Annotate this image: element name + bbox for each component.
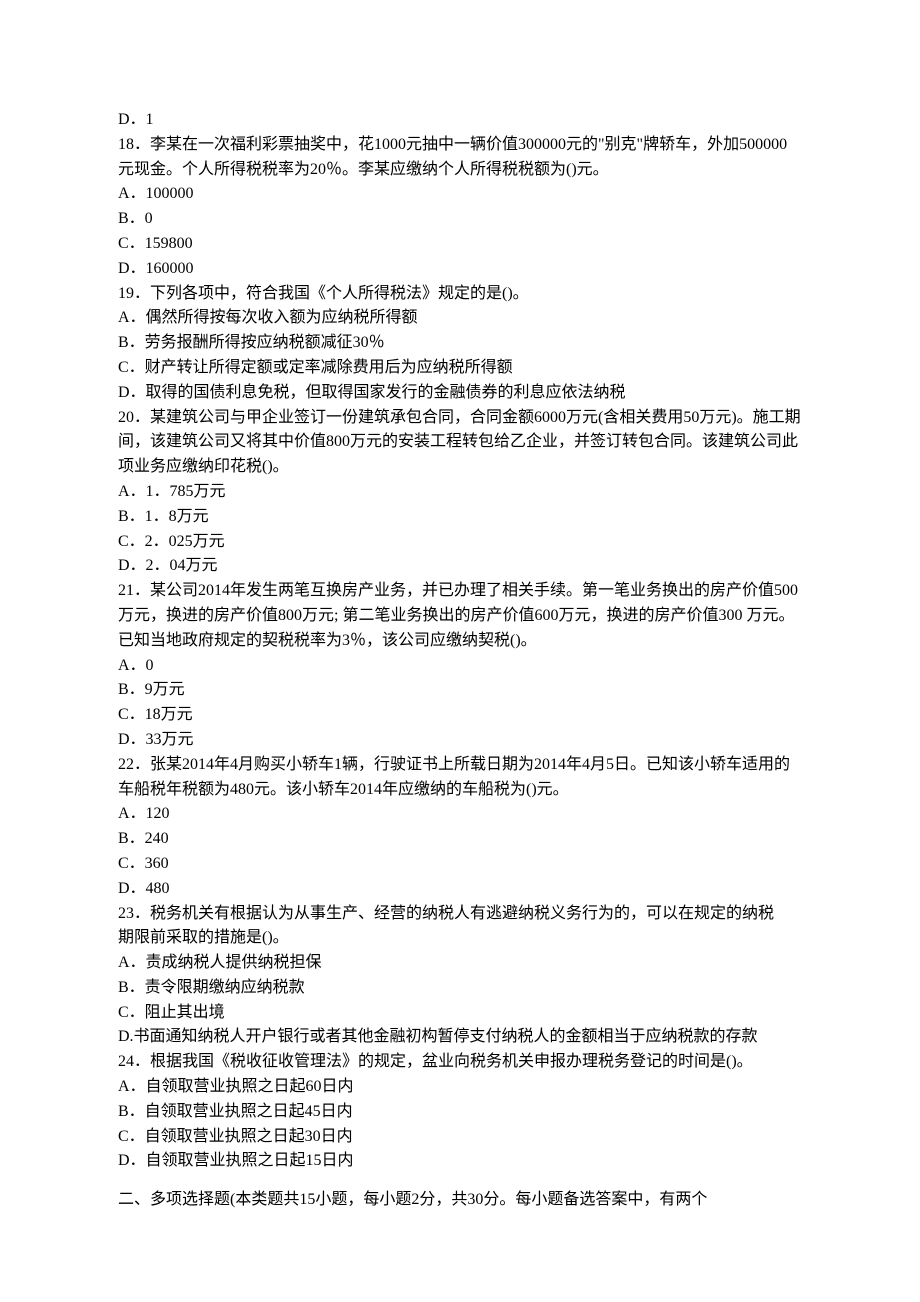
q23-option-d: D.书面通知纳税人开户银行或者其他金融初构暂停支付纳税人的金额相当于应纳税款的存…	[118, 1025, 802, 1050]
q18-stem: 18．李某在一次福利彩票抽奖中，花1000元抽中一辆价值300000元的"别克"…	[118, 133, 802, 183]
q19-stem: 19．下列各项中，符合我国《个人所得税法》规定的是()。	[118, 282, 802, 307]
q24-stem: 24．根据我国《税收征收管理法》的规定，盆业向税务机关申报办理税务登记的时间是(…	[118, 1050, 802, 1075]
q23-option-b: B．责令限期缴纳应纳税款	[118, 976, 802, 1001]
q23-stem-line1: 23．税务机关有根据认为从事生产、经营的纳税人有逃避纳税义务行为的，可以在规定的…	[118, 902, 802, 927]
q23-option-a: A．责成纳税人提供纳税担保	[118, 951, 802, 976]
q20-stem: 20．某建筑公司与甲企业签订一份建筑承包合同，合同金额6000万元(含相关费用5…	[118, 406, 802, 480]
q23-stem-line2: 期限前采取的措施是()。	[118, 926, 802, 951]
q24-option-d: D．自领取营业执照之日起15日内	[118, 1149, 802, 1174]
q21-option-d: D．33万元	[118, 728, 802, 753]
q18-option-d: D．160000	[118, 257, 802, 282]
q22-stem: 22．张某2014年4月购买小轿车1辆，行驶证书上所载日期为2014年4月5日。…	[118, 753, 802, 803]
q21-option-a: A．0	[118, 654, 802, 679]
q19-option-b: B．劳务报酬所得按应纳税额减征30％	[118, 331, 802, 356]
q21-option-b: B．9万元	[118, 678, 802, 703]
q24-option-a: A．自领取营业执照之日起60日内	[118, 1075, 802, 1100]
q24-option-b: B．自领取营业执照之日起45日内	[118, 1100, 802, 1125]
q22-option-d: D．480	[118, 877, 802, 902]
q20-option-d: D．2．04万元	[118, 554, 802, 579]
q21-option-c: C．18万元	[118, 703, 802, 728]
q18-option-c: C．159800	[118, 232, 802, 257]
q22-option-a: A．120	[118, 802, 802, 827]
q20-option-a: A．1．785万元	[118, 480, 802, 505]
section-2-heading: 二、多项选择题(本类题共15小题，每小题2分，共30分。每小题备选答案中，有两个	[118, 1188, 802, 1213]
q19-option-a: A．偶然所得按每次收入额为应纳税所得额	[118, 306, 802, 331]
q17-option-d: D．1	[118, 108, 802, 133]
q18-option-b: B．0	[118, 207, 802, 232]
q20-option-c: C．2．025万元	[118, 530, 802, 555]
q19-option-d: D．取得的国债利息免税，但取得国家发行的金融债券的利息应依法纳税	[118, 381, 802, 406]
q24-option-c: C．自领取营业执照之日起30日内	[118, 1125, 802, 1150]
q18-option-a: A．100000	[118, 182, 802, 207]
q19-option-c: C．财产转让所得定额或定率减除费用后为应纳税所得额	[118, 356, 802, 381]
q23-option-c: C．阻止其出境	[118, 1001, 802, 1026]
q22-option-b: B．240	[118, 827, 802, 852]
q22-option-c: C．360	[118, 852, 802, 877]
q20-option-b: B．1．8万元	[118, 505, 802, 530]
q21-stem: 21．某公司2014年发生两笔互换房产业务，并已办理了相关手续。第一笔业务换出的…	[118, 579, 802, 653]
